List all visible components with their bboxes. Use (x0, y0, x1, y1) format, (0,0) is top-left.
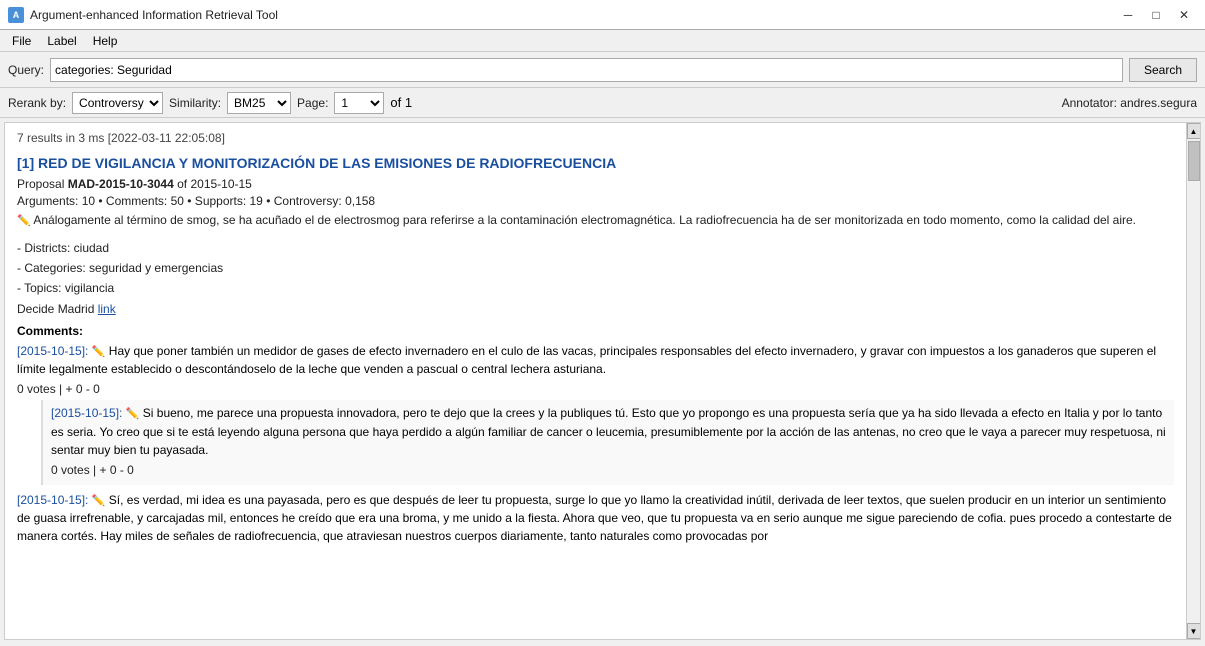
maximize-button[interactable]: □ (1143, 5, 1169, 25)
result-title-1[interactable]: [1] RED DE VIGILANCIA Y MONITORIZACIÓN D… (17, 155, 1174, 171)
nested-comment-1-1-votes: 0 votes | + 0 - 0 (51, 461, 1166, 479)
results-summary: 7 results in 3 ms [2022-03-11 22:05:08] (17, 131, 1174, 145)
comment-2-text: Sí, es verdad, mi idea es una payasada, … (17, 493, 1172, 544)
result-item-1: [1] RED DE VIGILANCIA Y MONITORIZACIÓN D… (17, 155, 1174, 545)
minimize-button[interactable]: ─ (1115, 5, 1141, 25)
proposal-date: of 2015-10-15 (177, 177, 252, 191)
districts-value: ciudad (74, 241, 109, 255)
results-scroll-area[interactable]: 7 results in 3 ms [2022-03-11 22:05:08] … (5, 123, 1186, 639)
categories-value: seguridad y emergencias (89, 261, 223, 275)
topics-label: - Topics: (17, 281, 61, 295)
topics-value: vigilancia (65, 281, 114, 295)
menu-help[interactable]: Help (85, 32, 126, 50)
proposal-prefix: Proposal (17, 177, 64, 191)
window-title: Argument-enhanced Information Retrieval … (30, 8, 1115, 22)
window-controls: ─ □ ✕ (1115, 5, 1197, 25)
comment-1: [2015-10-15]: ✏️ Hay que poner también u… (17, 342, 1174, 485)
nested-comment-1-1-text: Si bueno, me parece una propuesta innova… (51, 406, 1166, 457)
decide-madrid-link-1: Decide Madrid link (17, 302, 1174, 316)
app-icon: A (8, 7, 24, 23)
title-bar: A Argument-enhanced Information Retrieva… (0, 0, 1205, 30)
result-details-1: - Districts: ciudad - Categories: seguri… (17, 238, 1174, 299)
decide-madrid-url[interactable]: link (98, 302, 116, 316)
scrollbar-thumb[interactable] (1188, 141, 1200, 181)
similarity-label: Similarity: (169, 96, 221, 110)
result-number-1: [1] (17, 155, 34, 171)
comment-1-edit-icon: ✏️ (92, 346, 106, 358)
query-label: Query: (8, 63, 44, 77)
svg-text:A: A (13, 10, 20, 20)
annotator-label: Annotator: (1062, 96, 1117, 110)
menu-label[interactable]: Label (39, 32, 84, 50)
close-button[interactable]: ✕ (1171, 5, 1197, 25)
rerank-label: Rerank by: (8, 96, 66, 110)
page-dropdown[interactable]: 1 (334, 92, 384, 114)
annotator-value: andres.segura (1120, 96, 1197, 110)
districts-label: - Districts: (17, 241, 70, 255)
result-title-text-1: RED DE VIGILANCIA Y MONITORIZACIÓN DE LA… (38, 155, 616, 171)
scrollbar-down-button[interactable]: ▼ (1187, 623, 1201, 639)
result-arguments-1: Arguments: 10 • Comments: 50 • Supports:… (17, 194, 1174, 208)
comment-1-date: [2015-10-15]: (17, 344, 88, 358)
comment-1-text: Hay que poner también un medidor de gase… (17, 344, 1156, 377)
nested-comment-1-1: [2015-10-15]: ✏️ Si bueno, me parece una… (41, 400, 1174, 485)
scrollbar-up-button[interactable]: ▲ (1187, 123, 1201, 139)
comments-label: Comments: (17, 324, 1174, 338)
categories-label: - Categories: (17, 261, 86, 275)
comment-2: [2015-10-15]: ✏️ Sí, es verdad, mi idea … (17, 491, 1174, 546)
decide-madrid-label: Decide Madrid (17, 302, 94, 316)
comment-2-edit-icon: ✏️ (92, 495, 106, 507)
menu-file[interactable]: File (4, 32, 39, 50)
query-input[interactable] (50, 58, 1123, 82)
result-proposal-1: Proposal MAD-2015-10-3044 of 2015-10-15 (17, 177, 1174, 191)
edit-icon-abstract: ✏️ (17, 215, 31, 227)
result-abstract-1: ✏️ Análogamente al término de smog, se h… (17, 211, 1174, 230)
menu-bar: File Label Help (0, 30, 1205, 52)
nested-comment-1-1-edit-icon: ✏️ (126, 408, 140, 420)
query-toolbar: Query: Search (0, 52, 1205, 88)
comments-section-1: Comments: [2015-10-15]: ✏️ Hay que poner… (17, 324, 1174, 546)
rerank-toolbar: Rerank by: Controversy Relevance Date Si… (0, 88, 1205, 118)
page-of: of 1 (390, 95, 412, 110)
annotator-info: Annotator: andres.segura (1062, 96, 1197, 110)
search-button[interactable]: Search (1129, 58, 1197, 82)
similarity-dropdown[interactable]: BM25 TF-IDF (227, 92, 291, 114)
main-content: 7 results in 3 ms [2022-03-11 22:05:08] … (4, 122, 1201, 640)
nested-comment-1-1-date: [2015-10-15]: (51, 406, 122, 420)
rerank-dropdown[interactable]: Controversy Relevance Date (72, 92, 163, 114)
proposal-id: MAD-2015-10-3044 (68, 177, 174, 191)
page-label: Page: (297, 96, 328, 110)
comment-1-votes: 0 votes | + 0 - 0 (17, 380, 1174, 398)
scrollbar: ▲ ▼ (1186, 123, 1200, 639)
comment-2-date: [2015-10-15]: (17, 493, 88, 507)
